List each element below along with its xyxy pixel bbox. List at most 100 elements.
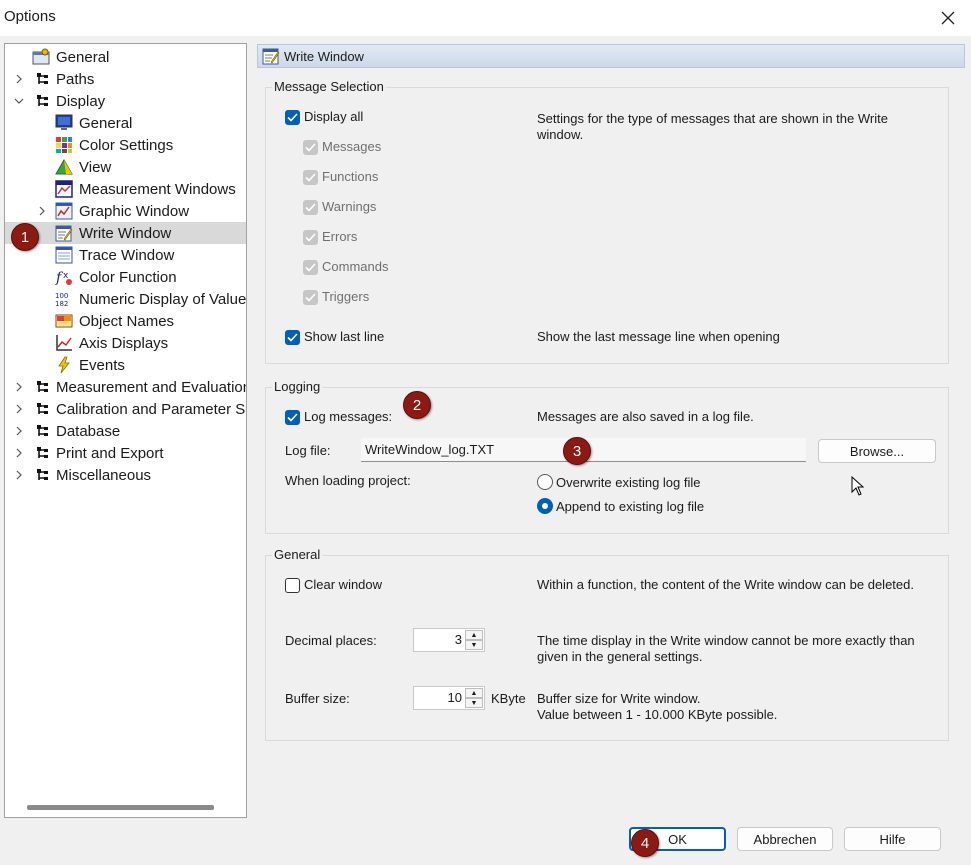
- tree-item-measurement-windows[interactable]: Measurement Windows: [5, 178, 246, 200]
- commands-checkbox[interactable]: [303, 260, 318, 275]
- folder-tree-icon: [34, 466, 52, 484]
- tree-item-label: Events: [79, 356, 125, 374]
- help-label: Hilfe: [879, 831, 906, 847]
- tree-item-object-names[interactable]: Object Names: [5, 310, 246, 332]
- chevron-down-icon[interactable]: [13, 95, 25, 107]
- spin-up-icon[interactable]: ▲: [465, 688, 483, 698]
- tree-item-numeric-display[interactable]: 100 182 Numeric Display of Values: [5, 288, 246, 310]
- when-loading-label: When loading project:: [285, 473, 411, 488]
- cancel-button[interactable]: Abbrechen: [737, 827, 833, 851]
- buffer-size-value: 10: [447, 690, 462, 705]
- messages-checkbox[interactable]: [303, 140, 318, 155]
- tree-item-label: Database: [56, 422, 121, 440]
- tree-item-label: General: [56, 48, 110, 66]
- append-radio[interactable]: [537, 498, 553, 514]
- tree-item-display[interactable]: Display: [5, 90, 246, 112]
- tree-item-paths[interactable]: Paths: [5, 68, 246, 90]
- help-button[interactable]: Hilfe: [844, 827, 941, 851]
- tree-item-view[interactable]: View: [5, 156, 246, 178]
- tree-item-trace-window[interactable]: Trace Window: [5, 244, 246, 266]
- tree-item-general[interactable]: General: [5, 46, 246, 68]
- show-last-line-description: Show the last message line when opening: [537, 329, 780, 344]
- tree-item-label: Object Names: [79, 312, 175, 330]
- tree-item-label: View: [79, 158, 112, 176]
- horizontal-scrollbar[interactable]: [27, 805, 214, 810]
- tree-item-label: Measurement and Evaluation: [56, 378, 247, 396]
- write-window-icon: [55, 224, 73, 242]
- errors-checkbox[interactable]: [303, 230, 318, 245]
- log-file-value: WriteWindow_log.TXT: [365, 442, 495, 457]
- close-icon: [941, 11, 955, 25]
- chevron-right-icon[interactable]: [13, 403, 25, 415]
- chevron-right-icon[interactable]: [13, 381, 25, 393]
- chevron-right-icon[interactable]: [36, 205, 48, 217]
- overwrite-radio[interactable]: [537, 474, 553, 490]
- message-settings-description: Settings for the type of messages that a…: [537, 111, 888, 142]
- folder-tree-icon: [34, 400, 52, 418]
- tree-item-graphic-window[interactable]: Graphic Window: [5, 200, 246, 222]
- display-all-checkbox[interactable]: [285, 110, 300, 125]
- tree-item-label: Calibration and Parameter Sets: [56, 400, 247, 418]
- warnings-checkbox[interactable]: [303, 200, 318, 215]
- log-messages-checkbox[interactable]: [285, 410, 300, 425]
- tree-item-color-function[interactable]: fx Color Function: [5, 266, 246, 288]
- tree-item-display-general[interactable]: General: [5, 112, 246, 134]
- numeric-display-icon: 100 182: [55, 290, 73, 308]
- tree-item-label: Axis Displays: [79, 334, 169, 352]
- options-tree: General Paths Display General Color Sett…: [4, 43, 247, 818]
- object-names-icon: [55, 312, 73, 330]
- functions-checkbox[interactable]: [303, 170, 318, 185]
- tree-item-label: Numeric Display of Values: [79, 290, 247, 308]
- lightning-icon: [55, 356, 73, 374]
- color-grid-icon: [55, 136, 73, 154]
- clear-window-checkbox[interactable]: [285, 578, 300, 593]
- tree-item-database[interactable]: Database: [5, 420, 246, 442]
- tree-item-calibration[interactable]: Calibration and Parameter Sets: [5, 398, 246, 420]
- tree-item-label: Display: [56, 92, 106, 110]
- chevron-right-icon[interactable]: [13, 447, 25, 459]
- tree-item-label: Graphic Window: [79, 202, 190, 220]
- callout-badge-4: 4: [631, 829, 659, 857]
- general-settings-icon: [32, 48, 50, 66]
- panel-header: Write Window: [257, 44, 965, 68]
- checkmark-icon: [287, 113, 298, 122]
- callout-badge-1: 1: [11, 223, 39, 251]
- functions-label: Functions: [322, 169, 379, 184]
- tree-item-events[interactable]: Events: [5, 354, 246, 376]
- checkmark-icon: [305, 293, 316, 302]
- log-messages-description: Messages are also saved in a log file.: [537, 409, 754, 424]
- chevron-right-icon[interactable]: [13, 73, 25, 85]
- chevron-right-icon[interactable]: [13, 469, 25, 481]
- spin-up-icon[interactable]: ▲: [465, 630, 483, 640]
- tree-item-label: Miscellaneous: [56, 466, 152, 484]
- tree-item-write-window[interactable]: Write Window: [5, 222, 246, 244]
- folder-tree-icon: [34, 92, 52, 110]
- spin-down-icon[interactable]: ▼: [465, 640, 483, 650]
- spin-down-icon[interactable]: ▼: [465, 698, 483, 708]
- close-button[interactable]: [925, 0, 971, 36]
- folder-tree-icon: [34, 70, 52, 88]
- triggers-checkbox[interactable]: [303, 290, 318, 305]
- decimal-places-spinner[interactable]: 3 ▲ ▼: [413, 628, 485, 652]
- tree-item-color-settings[interactable]: Color Settings: [5, 134, 246, 156]
- write-window-icon: [261, 46, 281, 66]
- tree-item-miscellaneous[interactable]: Miscellaneous: [5, 464, 246, 486]
- triggers-label: Triggers: [322, 289, 370, 304]
- checkmark-icon: [305, 263, 316, 272]
- tree-item-axis-displays[interactable]: Axis Displays: [5, 332, 246, 354]
- trace-window-icon: [55, 246, 73, 264]
- buffer-size-label: Buffer size:: [285, 691, 350, 706]
- errors-label: Errors: [322, 229, 358, 244]
- panel-title: Write Window: [284, 48, 364, 64]
- tree-item-measurement-evaluation[interactable]: Measurement and Evaluation: [5, 376, 246, 398]
- buffer-size-spinner[interactable]: 10 ▲ ▼: [413, 686, 485, 710]
- tree-item-print-export[interactable]: Print and Export: [5, 442, 246, 464]
- view-icon: [55, 158, 73, 176]
- show-last-line-checkbox[interactable]: [285, 330, 300, 345]
- buffer-size-description-1: Buffer size for Write window.: [537, 691, 701, 706]
- chevron-right-icon[interactable]: [13, 425, 25, 437]
- ok-label: OK: [668, 831, 687, 847]
- measurement-windows-icon: [55, 180, 73, 198]
- browse-button[interactable]: Browse...: [818, 439, 936, 463]
- checkmark-icon: [305, 143, 316, 152]
